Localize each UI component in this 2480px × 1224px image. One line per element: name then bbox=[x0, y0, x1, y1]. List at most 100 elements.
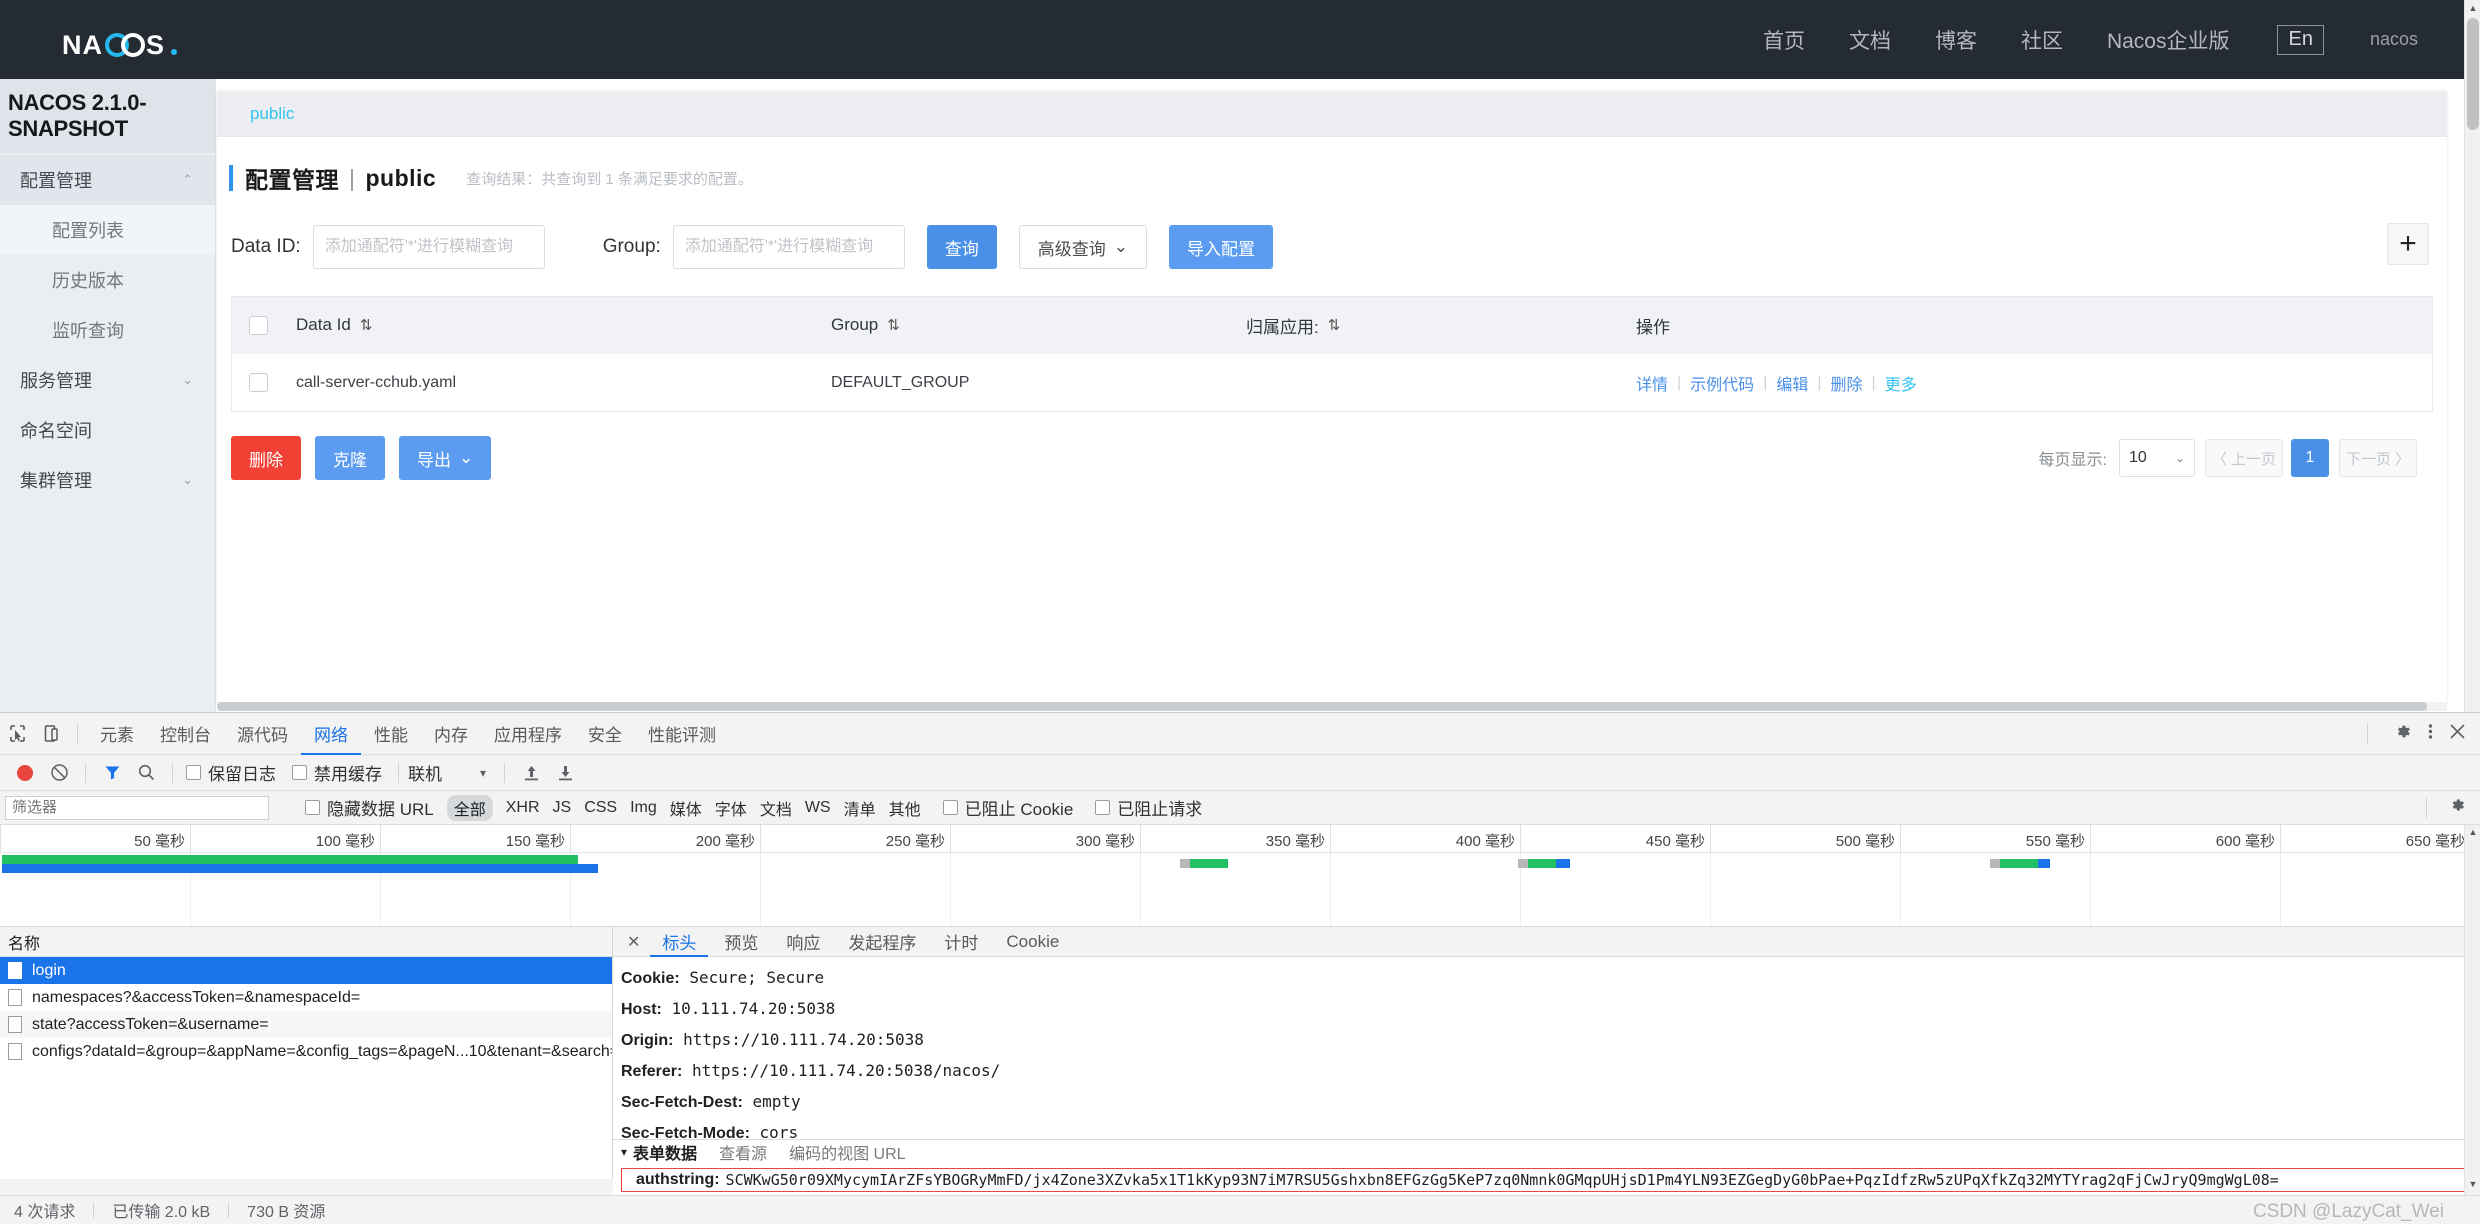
prev-page-button[interactable]: 〈 上一页 bbox=[2205, 439, 2283, 477]
list-item[interactable]: configs?dataId=&group=&appName=&config_t… bbox=[0, 1038, 612, 1065]
page-vertical-scrollbar[interactable]: ▲ bbox=[2464, 0, 2480, 712]
sort-icon[interactable]: ⇅ bbox=[360, 316, 371, 334]
nav-item-home[interactable]: 首页 bbox=[1763, 25, 1805, 55]
view-source-link[interactable]: 查看源 bbox=[719, 1140, 767, 1164]
devtools-tab-performance[interactable]: 性能 bbox=[361, 713, 421, 755]
type-filter-xhr[interactable]: XHR bbox=[506, 799, 540, 817]
type-filter-media[interactable]: 媒体 bbox=[670, 796, 702, 820]
add-config-button[interactable]: + bbox=[2387, 223, 2429, 265]
nacos-logo[interactable]: NA S bbox=[62, 20, 198, 60]
per-page-select[interactable]: 10 ⌄ bbox=[2119, 439, 2195, 477]
dataid-input[interactable] bbox=[313, 225, 545, 269]
row-checkbox[interactable] bbox=[249, 373, 268, 392]
throttling-select[interactable]: 联机 ▾ bbox=[408, 760, 486, 785]
list-item[interactable]: state?accessToken=&username= bbox=[0, 1011, 612, 1038]
devtools-tab-application[interactable]: 应用程序 bbox=[481, 713, 575, 755]
detail-vertical-scrollbar[interactable]: ▲ ▼ bbox=[2464, 825, 2480, 1195]
sidebar-item-history-versions[interactable]: 历史版本 bbox=[0, 255, 215, 305]
content-horizontal-scrollbar[interactable] bbox=[217, 702, 2447, 711]
bulk-export-button[interactable]: 导出 ⌄ bbox=[399, 436, 491, 480]
sidebar-item-config-management[interactable]: 配置管理 ⌃ bbox=[0, 155, 215, 205]
type-filter-doc[interactable]: 文档 bbox=[760, 796, 792, 820]
scroll-up-arrow-icon[interactable]: ▲ bbox=[2465, 827, 2480, 841]
inspect-element-icon[interactable] bbox=[0, 724, 34, 743]
type-filter-all[interactable]: 全部 bbox=[447, 795, 493, 821]
op-detail-link[interactable]: 详情 bbox=[1636, 371, 1668, 395]
select-all-cell[interactable] bbox=[232, 316, 284, 335]
type-filter-manifest[interactable]: 清单 bbox=[844, 796, 876, 820]
upload-har-icon[interactable] bbox=[514, 763, 548, 782]
page-number-1[interactable]: 1 bbox=[2291, 439, 2329, 477]
nav-item-blog[interactable]: 博客 bbox=[1935, 25, 1977, 55]
scroll-thumb[interactable] bbox=[2467, 18, 2479, 130]
type-filter-img[interactable]: Img bbox=[630, 799, 657, 817]
sidebar-item-config-list[interactable]: 配置列表 bbox=[0, 205, 215, 255]
nav-item-docs[interactable]: 文档 bbox=[1849, 25, 1891, 55]
detail-tab-headers[interactable]: 标头 bbox=[650, 927, 708, 957]
search-button[interactable]: 查询 bbox=[927, 225, 997, 269]
op-sample-code-link[interactable]: 示例代码 bbox=[1690, 371, 1754, 395]
next-page-button[interactable]: 下一页 〉 bbox=[2339, 439, 2417, 477]
type-filter-css[interactable]: CSS bbox=[584, 799, 617, 817]
detail-tab-timing[interactable]: 计时 bbox=[932, 927, 990, 957]
language-toggle[interactable]: En bbox=[2277, 25, 2323, 55]
filter-input[interactable] bbox=[5, 796, 269, 820]
sidebar-item-service-management[interactable]: 服务管理 ⌄ bbox=[0, 355, 215, 405]
breadcrumb-item-public[interactable]: public bbox=[250, 104, 294, 124]
sort-icon[interactable]: ⇅ bbox=[887, 316, 898, 334]
clear-icon[interactable] bbox=[42, 763, 76, 782]
devtools-tab-console[interactable]: 控制台 bbox=[147, 713, 224, 755]
detail-tab-cookies[interactable]: Cookie bbox=[994, 927, 1071, 957]
op-more-link[interactable]: 更多 bbox=[1885, 371, 1917, 395]
sidebar-item-cluster-management[interactable]: 集群管理 ⌄ bbox=[0, 455, 215, 505]
import-config-button[interactable]: 导入配置 bbox=[1169, 225, 1273, 269]
bulk-clone-button[interactable]: 克隆 bbox=[315, 436, 385, 480]
select-all-checkbox[interactable] bbox=[249, 316, 268, 335]
advanced-search-button[interactable]: 高级查询 ⌄ bbox=[1019, 225, 1147, 269]
type-filter-font[interactable]: 字体 bbox=[715, 796, 747, 820]
preserve-log-checkbox[interactable]: 保留日志 bbox=[186, 760, 276, 785]
devtools-tab-lighthouse[interactable]: 性能评测 bbox=[635, 713, 729, 755]
devtools-tab-security[interactable]: 安全 bbox=[575, 713, 635, 755]
devtools-tab-network[interactable]: 网络 bbox=[301, 713, 361, 755]
list-item[interactable]: namespaces?&accessToken=&namespaceId= bbox=[0, 984, 612, 1011]
triangle-down-icon[interactable]: ▾ bbox=[621, 1145, 627, 1159]
scroll-down-arrow-icon[interactable]: ▼ bbox=[2465, 1179, 2480, 1193]
devtools-tab-sources[interactable]: 源代码 bbox=[224, 713, 301, 755]
record-icon[interactable] bbox=[8, 765, 42, 781]
sort-icon[interactable]: ⇅ bbox=[1328, 316, 1339, 334]
bulk-delete-button[interactable]: 删除 bbox=[231, 436, 301, 480]
devtools-tab-elements[interactable]: 元素 bbox=[87, 713, 147, 755]
user-menu[interactable]: nacos bbox=[2370, 29, 2418, 50]
column-data-id[interactable]: Data Id ⇅ bbox=[284, 315, 819, 335]
gear-icon[interactable] bbox=[2393, 722, 2412, 746]
type-filter-other[interactable]: 其他 bbox=[889, 796, 921, 820]
kebab-icon[interactable] bbox=[2428, 722, 2433, 746]
disable-cache-checkbox[interactable]: 禁用缓存 bbox=[292, 760, 382, 785]
list-item[interactable]: login bbox=[0, 957, 612, 984]
network-timeline[interactable]: 50 毫秒 100 毫秒 150 毫秒 200 毫秒 250 毫秒 300 毫秒… bbox=[0, 825, 2480, 927]
type-filter-ws[interactable]: WS bbox=[805, 799, 831, 817]
device-toolbar-icon[interactable] bbox=[34, 724, 68, 743]
column-app[interactable]: 归属应用: ⇅ bbox=[1234, 313, 1624, 338]
scroll-up-arrow-icon[interactable]: ▲ bbox=[2465, 0, 2480, 16]
close-icon[interactable] bbox=[2449, 723, 2466, 745]
view-encoded-url-link[interactable]: 编码的视图 URL bbox=[789, 1140, 905, 1164]
row-select-cell[interactable] bbox=[232, 373, 284, 392]
devtools-tab-memory[interactable]: 内存 bbox=[421, 713, 481, 755]
blocked-cookies-checkbox[interactable]: 已阻止 Cookie bbox=[943, 795, 1074, 820]
column-group[interactable]: Group ⇅ bbox=[819, 315, 1234, 335]
type-filter-js[interactable]: JS bbox=[553, 799, 572, 817]
op-edit-link[interactable]: 编辑 bbox=[1776, 371, 1808, 395]
sidebar-item-namespace[interactable]: 命名空间 bbox=[0, 405, 215, 455]
close-icon[interactable]: ✕ bbox=[621, 932, 646, 952]
detail-tab-preview[interactable]: 预览 bbox=[712, 927, 770, 957]
request-list-header[interactable]: 名称 bbox=[0, 927, 612, 957]
nav-item-community[interactable]: 社区 bbox=[2021, 25, 2063, 55]
download-har-icon[interactable] bbox=[548, 763, 582, 782]
funnel-icon[interactable] bbox=[95, 763, 129, 782]
nav-item-enterprise[interactable]: Nacos企业版 bbox=[2107, 25, 2230, 55]
search-icon[interactable] bbox=[129, 763, 163, 782]
sidebar-item-listener-query[interactable]: 监听查询 bbox=[0, 305, 215, 355]
detail-tab-initiator[interactable]: 发起程序 bbox=[836, 927, 928, 957]
